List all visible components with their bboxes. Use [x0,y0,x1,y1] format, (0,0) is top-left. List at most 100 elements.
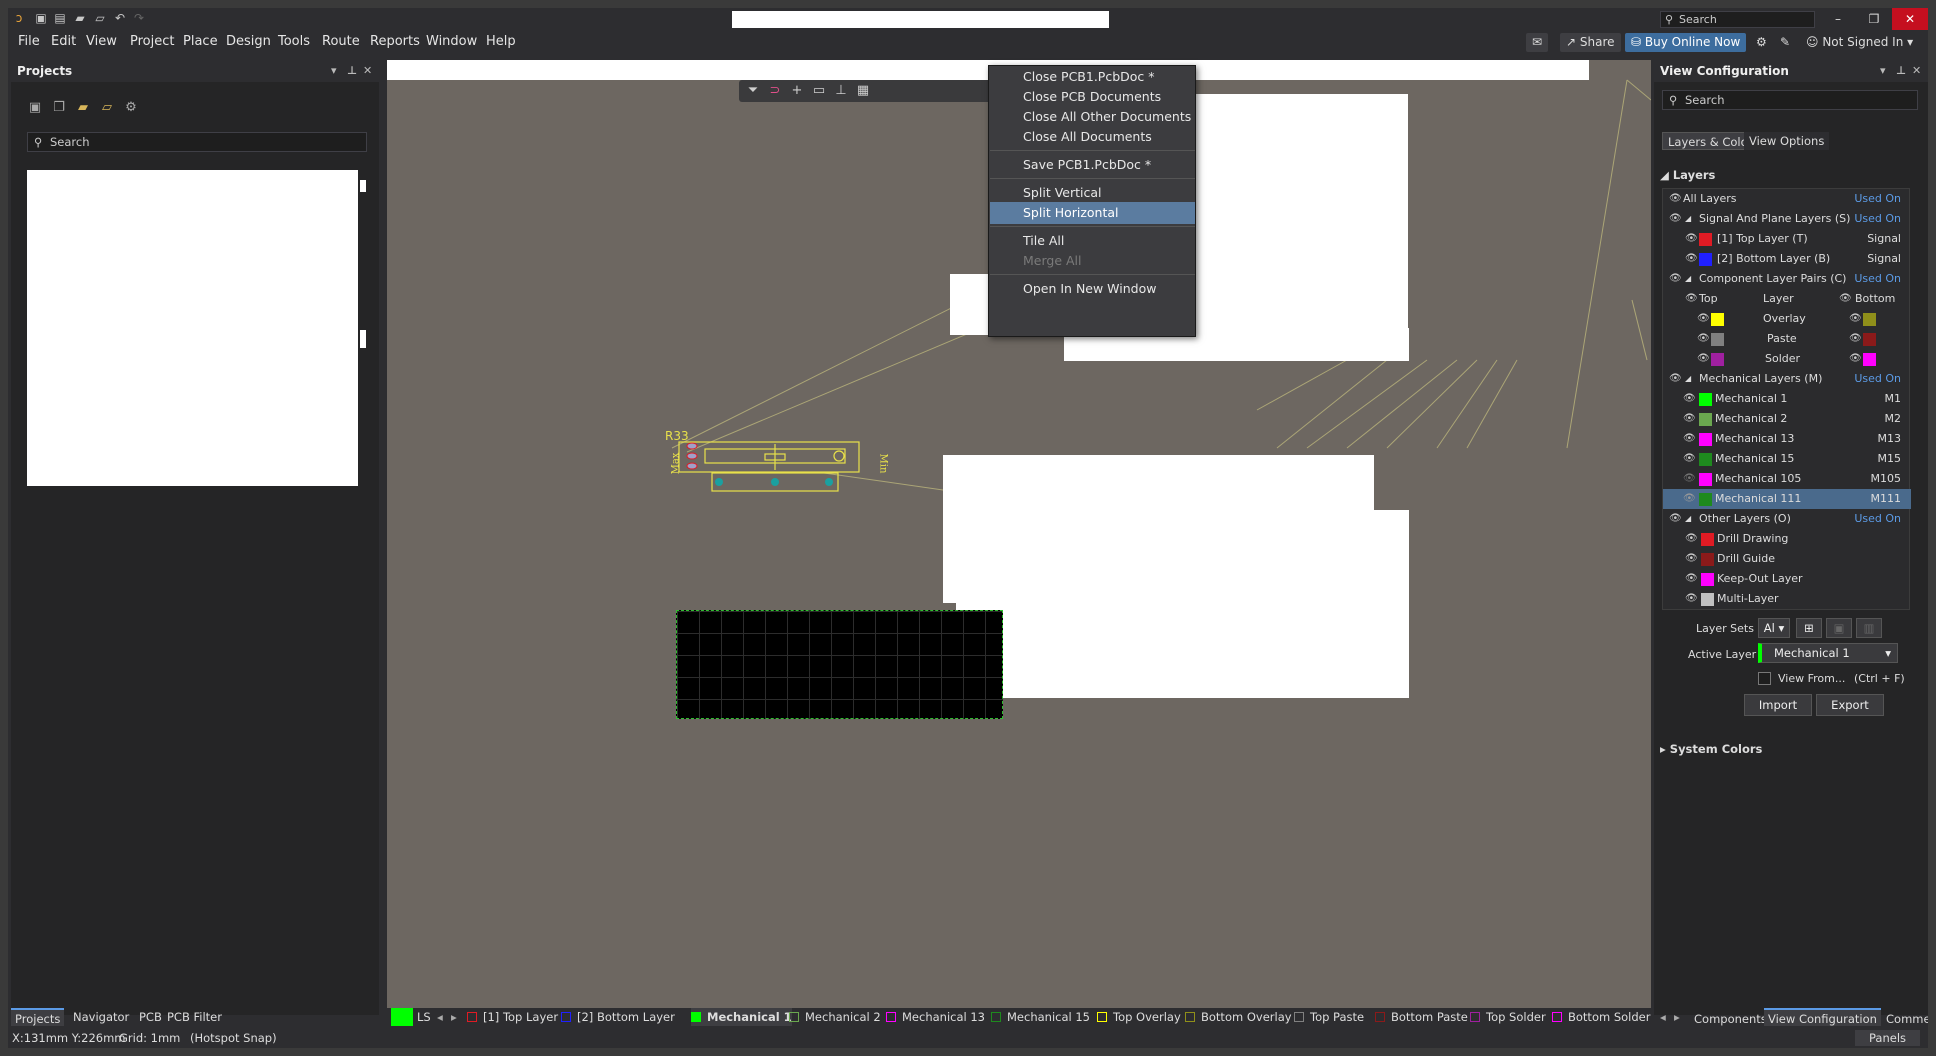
row-signal-group[interactable]: 👁 ◢ Signal And Plane Layers (S) Used On [1663,209,1911,229]
color-swatch[interactable] [1863,313,1876,326]
menu-view[interactable]: View [86,34,117,49]
panel-menu-icon[interactable]: ▾ [331,60,337,82]
tab-pcb[interactable]: PCB [135,1008,166,1026]
eye-hidden-icon[interactable]: 👁 [1683,489,1696,509]
row-drill-guide[interactable]: 👁 Drill Guide [1663,549,1911,569]
close-panel-icon[interactable]: ✕ [1912,60,1921,82]
menu-split-horizontal[interactable]: Split Horizontal [990,202,1195,224]
eye-icon[interactable]: 👁 [1669,209,1682,229]
menu-edit[interactable]: Edit [51,34,76,49]
project-tree[interactable] [27,170,358,486]
open-icon[interactable]: ▰ [73,11,87,25]
interactive-routing-icon[interactable]: ⊃ [767,83,783,99]
row-mechanical-111[interactable]: 👁 Mechanical 111 M111 [1663,489,1911,509]
projects-search-input[interactable]: ⚲ Search [27,132,367,152]
menu-file[interactable]: File [18,34,40,49]
used-on-toggle[interactable]: Used On [1854,369,1901,389]
eye-icon[interactable]: 👁 [1685,589,1698,609]
copy-icon[interactable]: ❐ [51,100,67,116]
eye-icon[interactable]: 👁 [1849,349,1862,369]
tab-projects[interactable]: Projects [11,1008,65,1026]
tab-view-options[interactable]: View Options [1744,132,1830,150]
r33-footprint[interactable] [677,440,877,502]
eye-icon[interactable]: 👁 [1685,249,1698,269]
row-mechanical-13[interactable]: 👁 Mechanical 13 M13 [1663,429,1911,449]
layer-sets-button[interactable]: LS [417,1008,431,1026]
menu-open-new-window[interactable]: Open In New Window [990,278,1195,300]
row-mechanical-15[interactable]: 👁 Mechanical 15 M15 [1663,449,1911,469]
layer-tab-bottom-paste[interactable]: Bottom Paste [1375,1008,1468,1026]
menu-split-vertical[interactable]: Split Vertical [990,182,1195,204]
row-paste-pair[interactable]: 👁 Paste 👁 [1663,329,1911,349]
layer-tab-top-overlay[interactable]: Top Overlay [1097,1008,1181,1026]
eye-icon[interactable]: 👁 [1839,289,1852,309]
color-swatch[interactable] [1701,533,1714,546]
eye-icon[interactable]: 👁 [1683,409,1696,429]
menu-close-doc[interactable]: Close PCB1.PcbDoc * [990,66,1195,88]
eye-icon[interactable]: 👁 [1849,329,1862,349]
row-solder-pair[interactable]: 👁 Solder 👁 [1663,349,1911,369]
scroll-right-icon[interactable]: ▸ [1670,1008,1684,1026]
expand-icon[interactable]: ◢ [1685,209,1691,229]
color-swatch[interactable] [1863,353,1876,366]
color-swatch[interactable] [1701,553,1714,566]
menu-route[interactable]: Route [322,34,360,49]
settings-icon[interactable]: ⚙ [1750,33,1773,52]
menu-tile-all[interactable]: Tile All [990,230,1195,252]
row-drill-drawing[interactable]: 👁 Drill Drawing [1663,529,1911,549]
color-swatch[interactable] [1699,253,1712,266]
add-layer-set-icon[interactable]: ⊞ [1796,618,1822,638]
filter-icon[interactable]: ⏷ [745,83,761,99]
used-on-toggle[interactable]: Used On [1854,269,1901,289]
layer-tab-mechanical-13[interactable]: Mechanical 13 [886,1008,985,1026]
folder-icon[interactable]: ▰ [75,100,91,116]
panels-button[interactable]: Panels [1855,1030,1920,1046]
eye-icon[interactable]: 👁 [1669,189,1682,209]
tab-view-configuration[interactable]: View Configuration [1764,1008,1881,1026]
gear-icon[interactable]: ⚙ [123,100,139,116]
user-account-button[interactable]: ☺ Not Signed In ▾ [1800,33,1919,52]
active-layer-dropdown[interactable]: Mechanical 1 ▾ [1758,643,1898,663]
scroll-right-icon[interactable]: ▸ [451,1008,457,1026]
menu-close-all[interactable]: Close All Documents [990,126,1195,148]
layer-tab-bottom-solder[interactable]: Bottom Solder [1552,1008,1650,1026]
menu-window[interactable]: Window [426,34,477,49]
row-multi-layer[interactable]: 👁 Multi-Layer [1663,589,1911,609]
scroll-left-icon[interactable]: ◂ [437,1008,443,1026]
close-button[interactable]: ✕ [1892,8,1928,30]
layer-tab-mechanical-15[interactable]: Mechanical 15 [991,1008,1090,1026]
color-swatch[interactable] [1701,573,1714,586]
layer-tab-bottom[interactable]: [2] Bottom Layer [561,1008,675,1026]
color-swatch[interactable] [1711,313,1724,326]
export-button[interactable]: Export [1816,694,1884,716]
expand-icon[interactable]: ◢ [1685,509,1691,529]
fill-icon[interactable]: ▦ [855,83,871,99]
tab-pcb-filter[interactable]: PCB Filter [163,1008,226,1026]
save-layer-set-icon[interactable]: ▣ [1826,618,1852,638]
layer-tab-top-paste[interactable]: Top Paste [1294,1008,1364,1026]
menu-project[interactable]: Project [130,34,174,49]
color-swatch[interactable] [1699,453,1712,466]
row-component-group[interactable]: 👁 ◢ Component Layer Pairs (C) Used On [1663,269,1911,289]
used-on-toggle[interactable]: Used On [1854,509,1901,529]
row-all-layers[interactable]: 👁 All Layers Used On [1663,189,1911,209]
color-swatch[interactable] [1701,593,1714,606]
eye-hidden-icon[interactable]: 👁 [1683,469,1696,489]
menu-save-doc[interactable]: Save PCB1.PcbDoc * [990,154,1195,176]
view-from-checkbox[interactable] [1758,672,1771,685]
import-button[interactable]: Import [1744,694,1812,716]
used-on-toggle[interactable]: Used On [1854,189,1901,209]
eye-icon[interactable]: 👁 [1685,289,1698,309]
pin-icon[interactable]: ⊥ [1896,60,1906,82]
redo-icon[interactable]: ↷ [132,11,146,25]
eye-icon[interactable]: 👁 [1685,569,1698,589]
used-on-toggle[interactable]: Used On [1854,209,1901,229]
menu-tools[interactable]: Tools [278,34,310,49]
layer-tab-top[interactable]: [1] Top Layer [467,1008,558,1026]
color-swatch[interactable] [1711,353,1724,366]
eye-icon[interactable]: 👁 [1849,309,1862,329]
row-top-layer[interactable]: 👁 [1] Top Layer (T) Signal [1663,229,1911,249]
eye-icon[interactable]: 👁 [1697,349,1710,369]
eye-icon[interactable]: 👁 [1697,309,1710,329]
save-icon[interactable]: ▣ [27,100,43,116]
